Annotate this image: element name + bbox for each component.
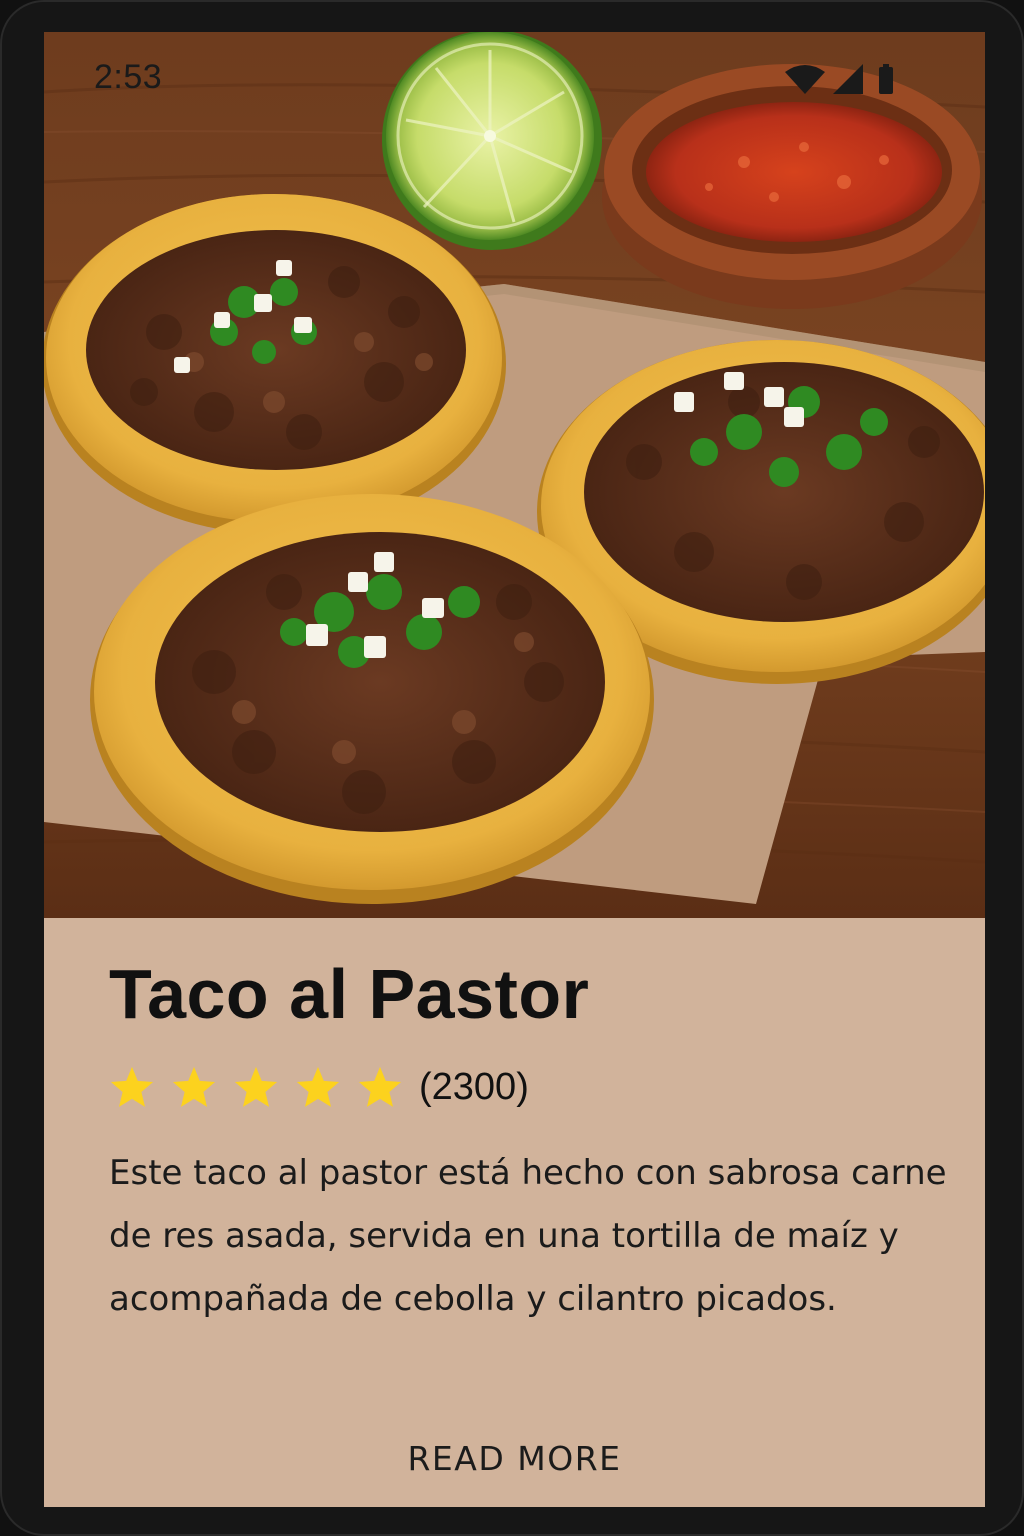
- star-icon: [172, 1066, 216, 1107]
- phone-frame: 2:53 Taco al Pastor (2300) Este taco al …: [0, 0, 1024, 1536]
- status-time: 2:53: [94, 58, 163, 96]
- read-more-button[interactable]: READ MORE: [44, 1439, 985, 1478]
- review-count: (2300): [419, 1065, 529, 1108]
- screen: 2:53 Taco al Pastor (2300) Este taco al …: [44, 32, 985, 1507]
- star-icon: [234, 1066, 278, 1107]
- recipe-title: Taco al Pastor: [109, 955, 590, 1033]
- star-icon: [296, 1066, 340, 1107]
- status-bar: 2:53: [44, 32, 985, 122]
- status-icons: [785, 64, 905, 98]
- star-icon: [110, 1066, 154, 1107]
- hero-image: 2:53: [44, 32, 985, 918]
- recipe-card: Taco al Pastor (2300) Este taco al pasto…: [44, 918, 985, 1507]
- star-icon: [358, 1066, 402, 1107]
- recipe-description: Este taco al pastor está hecho con sabro…: [109, 1153, 947, 1319]
- star-rating: [109, 1064, 419, 1110]
- taco-photo: [44, 32, 985, 918]
- rating: (2300): [109, 1062, 529, 1112]
